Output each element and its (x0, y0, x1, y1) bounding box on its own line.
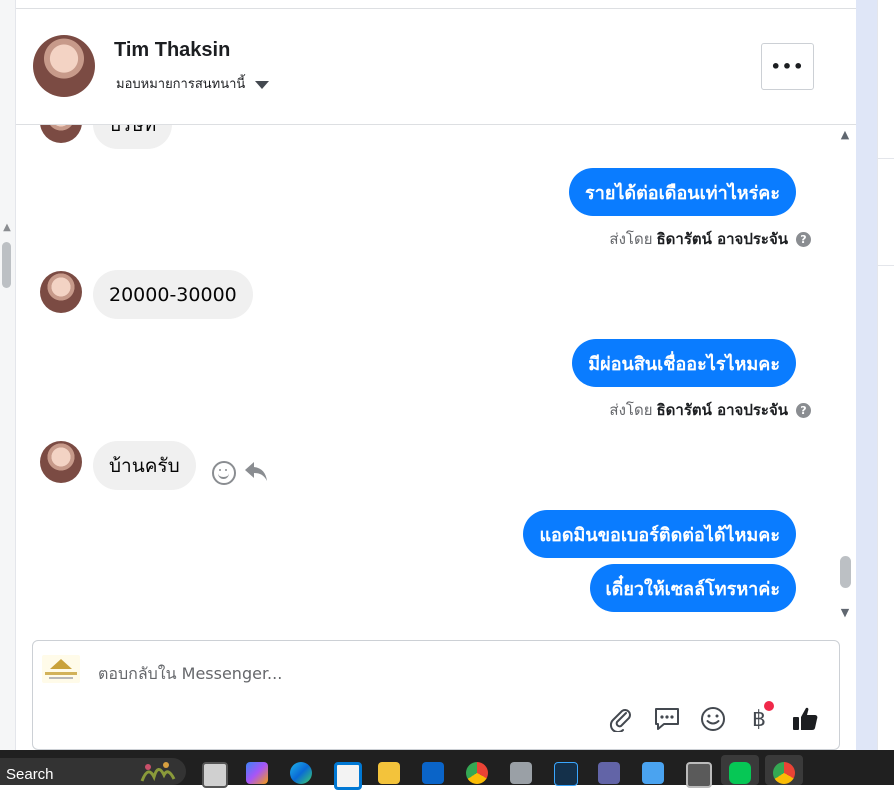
sender-avatar (40, 271, 82, 313)
thumbs-up-icon[interactable] (789, 703, 821, 735)
store-icon[interactable] (334, 762, 362, 790)
sender-avatar (40, 441, 82, 483)
chrome-profile-icon[interactable] (773, 762, 795, 784)
caret-down-icon (255, 80, 270, 89)
outlook-icon[interactable] (422, 762, 444, 784)
notification-dot (764, 701, 774, 711)
react-emoji-icon[interactable] (212, 461, 236, 485)
help-icon[interactable]: ? (796, 231, 811, 247)
outgoing-message: เดี๋ยวให้เซลล์โทรหาค่ะ (589, 564, 796, 612)
baht-icon[interactable]: ฿ (743, 701, 775, 735)
notepad-icon[interactable] (642, 762, 664, 784)
thread-scroll-down-icon[interactable]: ▼ (838, 607, 852, 619)
outgoing-message: มีผ่อนสินเชื่ออะไรไหมคะ (572, 339, 796, 387)
sent-by-prefix: ส่งโดย (609, 401, 653, 419)
sent-by-prefix: ส่งโดย (609, 230, 653, 248)
right-page-background (856, 0, 877, 750)
scroll-up-arrow-icon[interactable]: ▲ (1, 222, 13, 234)
line-icon[interactable] (729, 762, 751, 784)
sent-by-name: ธิดารัตน์ อาจประจัน (656, 230, 789, 248)
reply-input[interactable] (96, 663, 700, 684)
contact-avatar[interactable] (33, 35, 95, 97)
outgoing-message: แอดมินขอเบอร์ติดต่อได้ไหมคะ (523, 510, 796, 558)
message-thread: บริษัท รายได้ต่อเดือนเท่าไหร่คะ ส่งโดย ธ… (16, 125, 856, 625)
page-scrollbar-thumb[interactable] (2, 242, 11, 288)
sender-avatar (40, 125, 82, 143)
search-highlight-art (140, 762, 176, 782)
thread-scrollbar-thumb[interactable] (840, 556, 851, 588)
chrome-icon[interactable] (466, 762, 488, 784)
thread-scroll-up-icon[interactable]: ▲ (838, 129, 852, 141)
conversation-panel: Tim Thaksin มอบหมายการสนทนานี้ ••• บริษั… (16, 0, 856, 750)
teams-icon[interactable] (598, 762, 620, 784)
emoji-icon[interactable] (697, 703, 729, 735)
more-options-button[interactable]: ••• (761, 43, 814, 90)
windows-taskbar: Search (0, 750, 894, 790)
chat-bubble-icon[interactable] (651, 703, 683, 735)
task-view-icon[interactable] (202, 762, 228, 788)
edge-icon[interactable] (290, 762, 312, 784)
page-left-strip: ▲ (0, 0, 16, 750)
incoming-message: 20000-30000 (93, 270, 253, 319)
page-logo (42, 655, 80, 683)
calculator-icon[interactable] (686, 762, 712, 788)
incoming-message: บ้านครับ (93, 441, 196, 490)
copilot-icon[interactable] (246, 762, 268, 784)
right-side-panel (877, 0, 894, 750)
message-actions (212, 460, 268, 486)
conversation-header: Tim Thaksin มอบหมายการสนทนานี้ ••• (16, 9, 856, 125)
reply-icon[interactable] (244, 460, 268, 486)
file-explorer-icon[interactable] (378, 762, 400, 784)
camera-icon[interactable] (510, 762, 532, 784)
outgoing-message: รายได้ต่อเดือนเท่าไหร่คะ (569, 168, 796, 216)
composer-toolbar: ฿ (605, 701, 821, 735)
contact-name[interactable]: Tim Thaksin (114, 39, 230, 62)
waves-app-icon[interactable] (554, 762, 578, 786)
search-label: Search (6, 766, 54, 783)
sent-by-label: ส่งโดย ธิดารัตน์ อาจประจัน ? (609, 398, 811, 422)
assign-conversation-dropdown[interactable]: มอบหมายการสนทนานี้ (116, 73, 270, 94)
incoming-message: บริษัท (93, 125, 173, 149)
reply-composer: ฿ (32, 640, 840, 750)
sent-by-label: ส่งโดย ธิดารัตน์ อาจประจัน ? (609, 227, 811, 251)
paperclip-icon[interactable] (605, 703, 637, 735)
assign-label: มอบหมายการสนทนานี้ (116, 77, 246, 92)
sent-by-name: ธิดารัตน์ อาจประจัน (656, 401, 789, 419)
help-icon[interactable]: ? (796, 402, 811, 418)
